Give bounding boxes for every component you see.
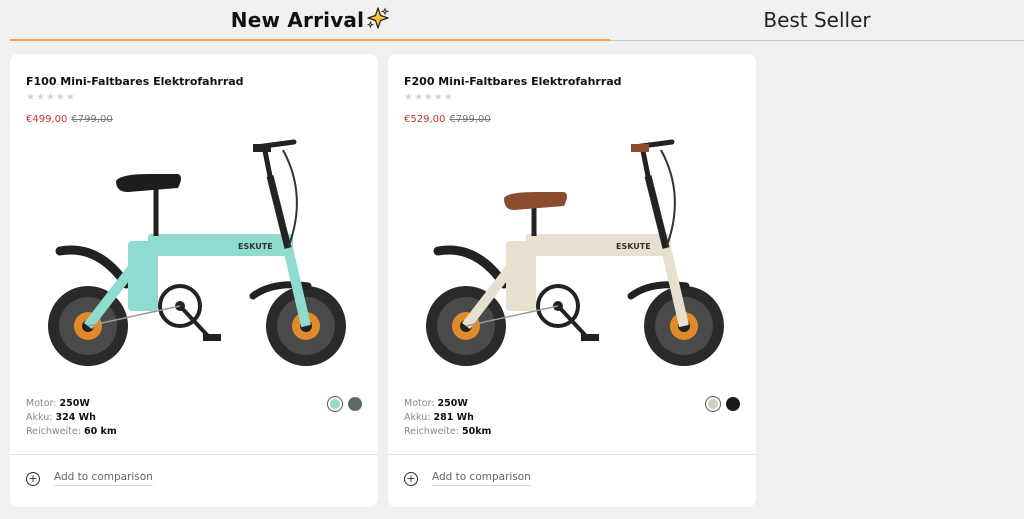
plus-circle-icon: +	[404, 471, 418, 486]
rating-stars: ★★★★★	[26, 92, 76, 103]
spec-range: Reichweite: 60 km	[26, 426, 117, 437]
add-to-comparison-label: Add to comparison	[432, 471, 531, 486]
product-title[interactable]: F200 Mini-Faltbares Elektrofahrrad	[404, 75, 622, 88]
tab-best-seller[interactable]: Best Seller	[610, 0, 1024, 41]
product-image-bike[interactable]: ESKUTE	[38, 136, 356, 368]
product-price: €529,00 €799,00	[404, 114, 491, 125]
product-title[interactable]: F100 Mini-Faltbares Elektrofahrrad	[26, 75, 244, 88]
tab-new-arrival[interactable]: New Arrival	[10, 0, 610, 41]
spec-range: Reichweite: 50km	[404, 426, 492, 437]
add-to-comparison-button[interactable]: + Add to comparison	[404, 471, 531, 486]
spec-battery: Akku: 281 Wh	[404, 412, 474, 423]
color-swatches	[706, 397, 740, 411]
rating-stars: ★★★★★	[404, 92, 454, 103]
spec-motor: Motor: 250W	[26, 398, 90, 409]
original-price: €799,00	[449, 114, 491, 125]
spec-battery: Akku: 324 Wh	[26, 412, 96, 423]
color-swatch-grey[interactable]	[348, 397, 362, 411]
color-swatch-beige[interactable]	[706, 397, 720, 411]
color-swatch-black[interactable]	[726, 397, 740, 411]
product-specs: Motor: 250W Akku: 281 Wh Reichweite: 50k…	[404, 397, 491, 439]
tab-best-seller-label: Best Seller	[763, 8, 871, 32]
spec-motor: Motor: 250W	[404, 398, 468, 409]
sale-price: €529,00	[404, 114, 446, 125]
add-to-comparison-label: Add to comparison	[54, 471, 153, 486]
color-swatch-mint[interactable]	[328, 397, 342, 411]
tab-new-arrival-label: New Arrival	[230, 7, 365, 32]
product-tabs: New Arrival Best Seller	[10, 0, 1024, 41]
product-image-bike[interactable]: ESKUTE	[416, 136, 734, 368]
add-to-comparison-button[interactable]: + Add to comparison	[26, 471, 153, 486]
product-specs: Motor: 250W Akku: 324 Wh Reichweite: 60 …	[26, 397, 117, 439]
product-card[interactable]: F100 Mini-Faltbares Elektrofahrrad ★★★★★…	[10, 54, 378, 507]
frame-brand: ESKUTE	[238, 242, 273, 251]
frame-brand: ESKUTE	[616, 242, 651, 251]
sale-price: €499,00	[26, 114, 68, 125]
original-price: €799,00	[71, 114, 113, 125]
product-card[interactable]: F200 Mini-Faltbares Elektrofahrrad ★★★★★…	[388, 54, 756, 507]
product-price: €499,00 €799,00	[26, 114, 113, 125]
card-divider	[10, 454, 378, 455]
plus-circle-icon: +	[26, 471, 40, 486]
card-divider	[388, 454, 756, 455]
sparkle-icon	[367, 6, 390, 33]
color-swatches	[328, 397, 362, 411]
